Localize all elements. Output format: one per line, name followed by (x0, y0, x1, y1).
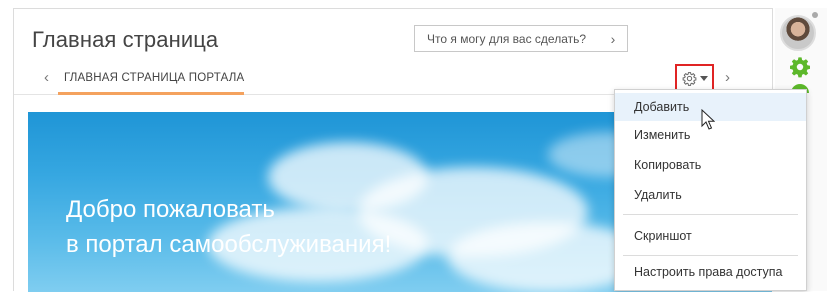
command-search-input[interactable] (415, 31, 601, 46)
menu-divider (623, 255, 798, 256)
welcome-line-1: Добро пожаловать (66, 196, 275, 223)
gear-icon (682, 71, 696, 86)
welcome-text: Добро пожаловать в портал самообслуживан… (66, 192, 391, 262)
search-arrow-icon[interactable]: › (601, 31, 625, 47)
menu-item-delete[interactable]: Удалить (615, 181, 806, 209)
gear-icon[interactable] (789, 56, 811, 78)
user-avatar[interactable] (780, 15, 816, 51)
page-title: Главная страница (32, 27, 219, 52)
chevron-down-icon (699, 75, 708, 81)
tab-portal-home[interactable]: ГЛАВНАЯ СТРАНИЦА ПОРТАЛА (64, 72, 244, 84)
chevron-right-icon[interactable]: › (725, 69, 730, 86)
menu-divider (623, 214, 798, 215)
mouse-cursor-icon (701, 109, 715, 130)
command-search[interactable]: › (414, 25, 628, 52)
chevron-left-icon[interactable]: ‹ (44, 69, 49, 86)
app-window: Главная страница › ‹ ГЛАВНАЯ СТРАНИЦА ПО… (0, 0, 827, 292)
tab-active-indicator (58, 92, 244, 95)
settings-button[interactable] (675, 64, 714, 92)
menu-item-access-rights[interactable]: Настроить права доступа (615, 258, 806, 286)
welcome-line-2: в портал самообслуживания! (66, 231, 392, 258)
menu-item-copy[interactable]: Копировать (615, 151, 806, 179)
status-dot (812, 12, 818, 18)
menu-item-screenshot[interactable]: Скриншот (615, 222, 806, 250)
